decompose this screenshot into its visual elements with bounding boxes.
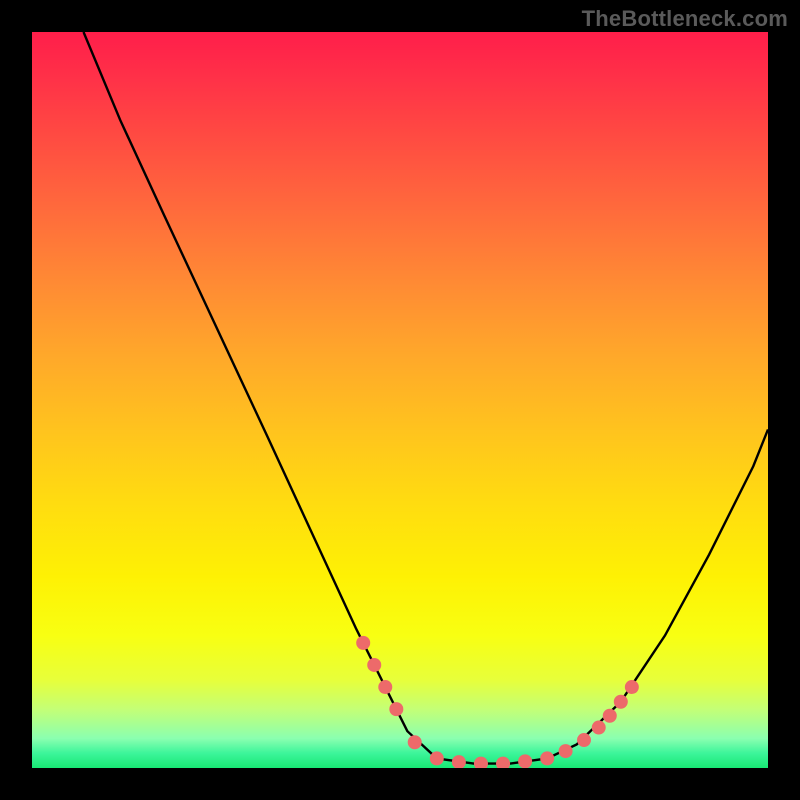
highlight-dot xyxy=(389,702,403,716)
highlight-dot xyxy=(474,757,488,768)
chart-svg xyxy=(32,32,768,768)
highlight-dot xyxy=(518,754,532,768)
highlight-dot xyxy=(430,751,444,765)
highlight-dot xyxy=(452,755,466,768)
highlight-dot xyxy=(559,744,573,758)
highlight-dot xyxy=(378,680,392,694)
highlight-dots xyxy=(356,636,639,768)
bottleneck-curve xyxy=(84,32,768,764)
highlight-dot xyxy=(577,733,591,747)
highlight-dot xyxy=(625,680,639,694)
highlight-dot xyxy=(540,751,554,765)
attribution-text: TheBottleneck.com xyxy=(582,6,788,32)
highlight-dot xyxy=(356,636,370,650)
highlight-dot xyxy=(592,721,606,735)
highlight-dot xyxy=(614,695,628,709)
plot-area xyxy=(32,32,768,768)
highlight-dot xyxy=(367,658,381,672)
highlight-dot xyxy=(408,735,422,749)
highlight-dot xyxy=(603,709,617,723)
highlight-dot xyxy=(496,757,510,768)
